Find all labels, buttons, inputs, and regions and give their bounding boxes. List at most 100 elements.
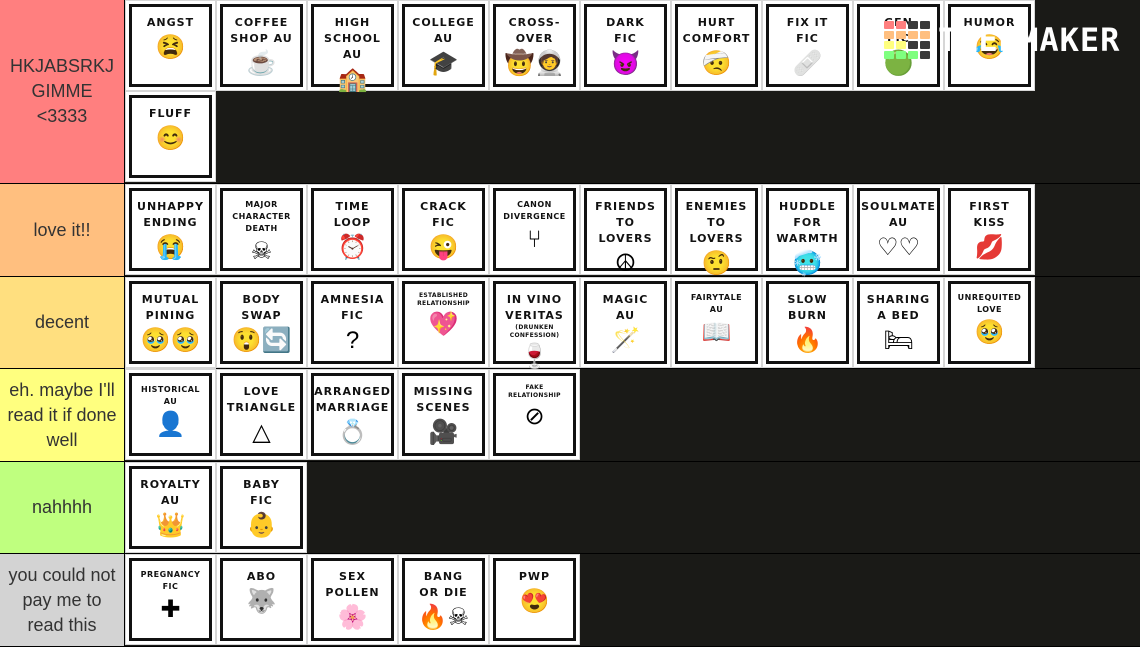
tier-item-tile[interactable]: MUTUAL PINING 🥹🥹 bbox=[125, 277, 216, 368]
tier-item-tile[interactable]: ENEMIES TO LOVERS 🤨 bbox=[671, 184, 762, 277]
tier-item-tile[interactable]: UNHAPPY ENDING 😭 bbox=[125, 184, 216, 275]
tier-item-tile[interactable]: HISTORICAL AU 👤 bbox=[125, 369, 216, 460]
tier-item-title: BANG OR DIE bbox=[419, 570, 468, 599]
tier-item-tile[interactable]: ABO 🐺 bbox=[216, 554, 307, 645]
tier-item-tile[interactable]: COLLEGE AU 🎓 bbox=[398, 0, 489, 91]
tier-item-card: COLLEGE AU 🎓 bbox=[402, 4, 485, 87]
triangle-heart-icon: △ bbox=[252, 419, 271, 446]
tier-label[interactable]: nahhhh bbox=[0, 462, 125, 553]
ring-icon: 💍 bbox=[337, 419, 368, 446]
tier-item-tile[interactable]: SLOW BURN 🔥 bbox=[762, 277, 853, 368]
tier-item-card: HISTORICAL AU 👤 bbox=[129, 373, 212, 456]
tier-item-tile[interactable]: CROSS- OVER 🤠🧑‍🚀 bbox=[489, 0, 580, 91]
tier-item-title: COFFEE SHOP AU bbox=[230, 16, 293, 45]
tier-item-tile[interactable]: ROYALTY AU 👑 bbox=[125, 462, 216, 553]
tier-item-title: COLLEGE AU bbox=[412, 16, 475, 45]
tier-item-tile[interactable]: HUDDLE FOR WARMTH 🥶 bbox=[762, 184, 853, 277]
tier-item-title: HURT COMFORT bbox=[682, 16, 751, 45]
pleading-faces-icon: 🥹🥹 bbox=[140, 327, 201, 354]
tier-item-tile[interactable]: LOVE TRIANGLE △ bbox=[216, 369, 307, 460]
tier-label[interactable]: you could not pay me to read this bbox=[0, 554, 125, 646]
tier-item-card: HUDDLE FOR WARMTH 🥶 bbox=[766, 188, 849, 277]
tier-item-tile[interactable]: SOULMATE AU ♡♡ bbox=[853, 184, 944, 275]
tier-items: MUTUAL PINING 🥹🥹 BODY SWAP 😲🔄 AMNESIA FIC? ES… bbox=[125, 277, 1039, 459]
sparkling-heart-icon: 💖 bbox=[428, 311, 459, 338]
tier-item-title: MUTUAL PINING bbox=[141, 293, 200, 322]
tier-item-tile[interactable]: SEX POLLEN 🌸 bbox=[307, 554, 398, 645]
tier-item-card: UNHAPPY ENDING 😭 bbox=[129, 188, 212, 271]
kiss-mark-icon: 💋 bbox=[974, 234, 1005, 261]
tier-item-tile[interactable]: PREGNANCY FIC ✚ bbox=[125, 554, 216, 645]
tier-item-tile[interactable]: FLUFF 😊 bbox=[125, 91, 216, 182]
tier-item-title: FAIRYTALE AU bbox=[690, 293, 743, 314]
tier-item-tile[interactable]: COFFEE SHOP AU ☕ bbox=[216, 0, 307, 91]
logo-grid-cell bbox=[908, 31, 918, 39]
tier-label[interactable]: decent bbox=[0, 277, 125, 368]
tier-label[interactable]: eh. maybe I'll read it if done well bbox=[0, 369, 125, 461]
tier-item-card: FAIRYTALE AU 📖 bbox=[675, 281, 758, 364]
tier-item-tile[interactable]: SHARING A BED 🛏 bbox=[853, 277, 944, 368]
tier-item-tile[interactable]: CRACK FIC 😜 bbox=[398, 184, 489, 275]
coffee-icon: ☕ bbox=[246, 50, 277, 77]
tier-item-title: HISTORICAL AU bbox=[141, 385, 200, 406]
tier-item-card: HIGH SCHOOL AU 🏫 bbox=[311, 4, 394, 93]
tier-item-card: PWP 😍 bbox=[493, 558, 576, 641]
tier-item-title: SOULMATE AU bbox=[861, 200, 936, 229]
tier-item-tile[interactable]: UNREQUITED LOVE 🥹 bbox=[944, 277, 1035, 368]
tier-item-title: FIRST KISS bbox=[969, 200, 1010, 229]
tier-item-tile[interactable]: BODY SWAP 😲🔄 bbox=[216, 277, 307, 368]
tier-item-tile[interactable]: FRIENDS TO LOVERS ☮ bbox=[580, 184, 671, 277]
tier-item-tile[interactable]: MAGIC AU 🪄 bbox=[580, 277, 671, 368]
tier-item-tile[interactable]: BANG OR DIE 🔥☠ bbox=[398, 554, 489, 645]
tier-item-subtitle: (DRUNKEN CONFESSION) bbox=[509, 324, 560, 339]
tier-item-tile[interactable]: DARK FIC 😈 bbox=[580, 0, 671, 91]
tier-item-card: AMNESIA FIC? bbox=[311, 281, 394, 364]
tier-item-tile[interactable]: BABY FIC 👶 bbox=[216, 462, 307, 553]
cowboy-astronaut-icon: 🤠🧑‍🚀 bbox=[504, 50, 565, 77]
logo-grid-cell bbox=[908, 51, 918, 59]
tier-item-card: BODY SWAP 😲🔄 bbox=[220, 281, 303, 364]
bandage-icon: 🩹 bbox=[792, 50, 823, 77]
tier-item-tile[interactable]: ANGST 😫 bbox=[125, 0, 216, 91]
tier-item-tile[interactable]: PWP 😍 bbox=[489, 554, 580, 645]
tier-item-title: UNHAPPY ENDING bbox=[137, 200, 204, 229]
tier-item-tile[interactable]: IN VINO VERITAS (DRUNKEN CONFESSION) 🍷 bbox=[489, 277, 580, 370]
tier-item-title: ABO bbox=[246, 570, 277, 583]
tier-item-title: BABY FIC bbox=[243, 478, 280, 507]
tier-item-tile[interactable]: HURT COMFORT 🤕 bbox=[671, 0, 762, 91]
tier-item-tile[interactable]: MAJOR CHARACTER DEATH ☠ bbox=[216, 184, 307, 275]
tier-row: eh. maybe I'll read it if done well HISTO… bbox=[0, 369, 1140, 462]
tier-item-tile[interactable]: HIGH SCHOOL AU 🏫 bbox=[307, 0, 398, 93]
swap-faces-icon: 😲🔄 bbox=[231, 327, 292, 354]
tier-item-card: LOVE TRIANGLE △ bbox=[220, 373, 303, 456]
tier-item-tile[interactable]: TIME LOOP ⏰ bbox=[307, 184, 398, 275]
tier-item-card: MAJOR CHARACTER DEATH ☠ bbox=[220, 188, 303, 271]
pink-cross-icon: ✚ bbox=[160, 596, 181, 623]
tiermaker-logo[interactable]: TiERMAKER bbox=[884, 20, 1120, 60]
tier-label[interactable]: HKJABSRKJ GIMME <3333 bbox=[0, 0, 125, 183]
tier-item-title: FAKE RELATIONSHIP bbox=[508, 384, 561, 399]
tier-item-tile[interactable]: FAIRYTALE AU 📖 bbox=[671, 277, 762, 368]
fire-icon: 🔥 bbox=[792, 327, 823, 354]
tier-item-tile[interactable]: CANON DIVERGENCE ⑂ bbox=[489, 184, 580, 275]
tier-item-card: FRIENDS TO LOVERS ☮ bbox=[584, 188, 667, 277]
cold-face-icon: 🥶 bbox=[792, 250, 823, 277]
tier-item-card: BABY FIC 👶 bbox=[220, 466, 303, 549]
heart-eyes-icon: 😍 bbox=[519, 588, 550, 615]
tier-item-card: FIRST KISS 💋 bbox=[948, 188, 1031, 271]
tier-item-tile[interactable]: ARRANGED MARRIAGE 💍 bbox=[307, 369, 398, 460]
tier-item-card: MAGIC AU 🪄 bbox=[584, 281, 667, 364]
tier-item-tile[interactable]: FIX IT FIC 🩹 bbox=[762, 0, 853, 91]
tier-item-tile[interactable]: FAKE RELATIONSHIP ⊘ bbox=[489, 369, 580, 460]
tier-item-tile[interactable]: FIRST KISS 💋 bbox=[944, 184, 1035, 275]
logo-grid-cell bbox=[884, 51, 894, 59]
tier-item-card: PREGNANCY FIC ✚ bbox=[129, 558, 212, 641]
tier-item-tile[interactable]: ESTABLISHED RELATIONSHIP 💖 bbox=[398, 277, 489, 368]
wine-glass-icon: 🍷 bbox=[519, 343, 550, 370]
tier-item-tile[interactable]: MISSING SCENES 🎥 bbox=[398, 369, 489, 460]
silhouette-cameo-icon: 👤 bbox=[155, 411, 186, 438]
magic-wand-icon: 🪄 bbox=[610, 327, 641, 354]
tier-label[interactable]: love it!! bbox=[0, 184, 125, 276]
tier-item-card: FLUFF 😊 bbox=[129, 95, 212, 178]
tier-item-tile[interactable]: AMNESIA FIC? bbox=[307, 277, 398, 368]
